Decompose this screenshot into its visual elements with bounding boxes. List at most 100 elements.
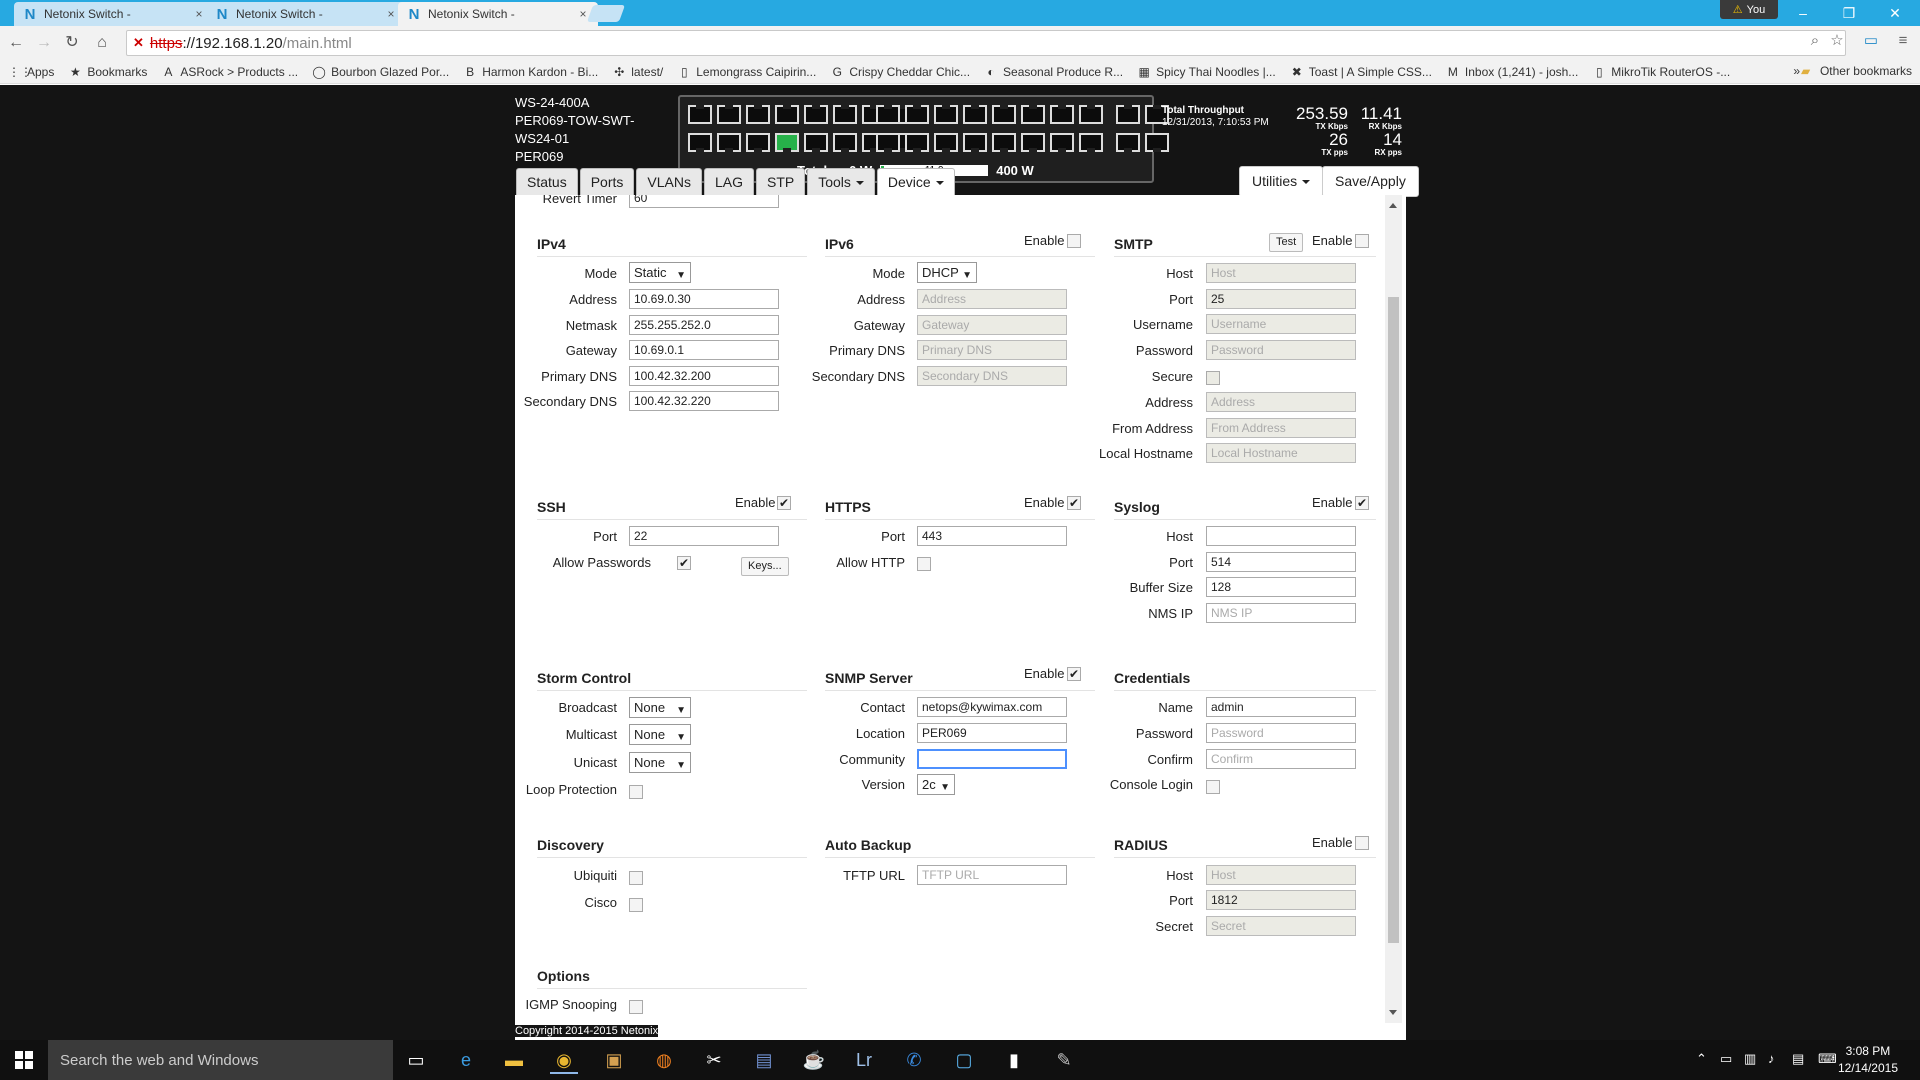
radius-port-input[interactable] <box>1206 890 1356 910</box>
ssh-allow-passwords-checkbox[interactable]: ✔ <box>677 556 691 570</box>
storm-unicast-select[interactable]: None ▼ <box>629 752 691 773</box>
credentials-name-input[interactable] <box>1206 697 1356 717</box>
home-icon[interactable]: ⌂ <box>92 33 112 53</box>
switch-port[interactable] <box>1050 133 1074 152</box>
taskbar-clock[interactable]: 3:08 PM 12/14/2015 <box>1838 1043 1898 1077</box>
switch-port[interactable] <box>1116 133 1140 152</box>
network-app-icon[interactable]: ▤ <box>750 1046 778 1074</box>
tab-tools[interactable]: Tools <box>807 168 875 196</box>
igmp-snooping-checkbox[interactable] <box>629 1000 643 1014</box>
storm-broadcast-select[interactable]: None ▼ <box>629 697 691 718</box>
switch-port[interactable] <box>905 133 929 152</box>
java-icon[interactable]: ☕ <box>800 1046 828 1074</box>
switch-port[interactable] <box>717 105 741 124</box>
network-icon[interactable]: ▥ <box>1744 1051 1756 1067</box>
ipv4-address-input[interactable] <box>629 289 779 309</box>
storm-multicast-select[interactable]: None ▼ <box>629 724 691 745</box>
switch-port[interactable] <box>775 105 799 124</box>
bookmark-item[interactable]: ★ Bookmarks <box>68 65 147 79</box>
switch-port[interactable] <box>746 105 770 124</box>
smtp-username-input[interactable] <box>1206 314 1356 334</box>
ipv6-secondary-dns-input[interactable] <box>917 366 1067 386</box>
firefox-icon[interactable]: ◍ <box>650 1046 678 1074</box>
cisco-checkbox[interactable] <box>629 898 643 912</box>
radius-secret-input[interactable] <box>1206 916 1356 936</box>
smtp-secure-checkbox[interactable] <box>1206 371 1220 385</box>
bookmark-item[interactable]: B Harmon Kardon - Bi... <box>463 65 598 79</box>
switch-port[interactable] <box>746 133 770 152</box>
switch-port[interactable] <box>1050 105 1074 124</box>
forward-arrow-icon[interactable]: → <box>34 33 54 53</box>
bookmark-item[interactable]: G Crispy Cheddar Chic... <box>830 65 970 79</box>
switch-port[interactable] <box>1145 133 1169 152</box>
snmp-enable-checkbox[interactable]: ✔ <box>1067 667 1081 681</box>
snmp-location-input[interactable] <box>917 723 1067 743</box>
tab-vlans[interactable]: VLANs <box>636 168 702 196</box>
notifications-icon[interactable]: ▤ <box>1792 1051 1804 1067</box>
lightroom-icon[interactable]: Lr <box>850 1046 878 1074</box>
switch-port[interactable] <box>833 133 857 152</box>
switch-port[interactable] <box>775 133 799 152</box>
ipv4-primary-dns-input[interactable] <box>629 366 779 386</box>
browser-tab-3-active[interactable]: N Netonix Switch - × <box>398 2 598 26</box>
keyboard-icon[interactable]: ⌨ <box>1818 1051 1837 1067</box>
address-bar[interactable]: ✕ https :// 192.168.1.20 /main.html <box>126 30 1846 56</box>
app-icon[interactable]: ▣ <box>600 1046 628 1074</box>
bookmark-item[interactable]: ▯ MikroTik RouterOS -... <box>1592 65 1730 79</box>
ipv4-netmask-input[interactable] <box>629 315 779 335</box>
bookmark-item[interactable]: ⋮⋮ Apps <box>8 65 54 79</box>
ipv4-mode-select[interactable]: Static ▼ <box>629 262 691 283</box>
back-arrow-icon[interactable]: ← <box>6 33 26 53</box>
bookmark-item[interactable]: A ASRock > Products ... <box>161 65 298 79</box>
bookmark-item[interactable]: ◯ Bourbon Glazed Por... <box>312 65 449 79</box>
ssh-keys-button[interactable]: Keys... <box>741 557 789 576</box>
scroll-down-arrow-icon[interactable] <box>1389 1010 1397 1015</box>
browser-tab-2[interactable]: N Netonix Switch - × <box>206 2 406 26</box>
snipping-tool-icon[interactable]: ✂ <box>700 1046 728 1074</box>
cast-icon[interactable]: ▭ <box>1862 32 1880 50</box>
bookmark-item[interactable]: ◐ Seasonal Produce R... <box>984 65 1123 79</box>
revert-timer-input[interactable] <box>629 195 779 208</box>
ssh-port-input[interactable] <box>629 526 779 546</box>
paint-icon[interactable]: ✎ <box>1050 1046 1078 1074</box>
console-login-checkbox[interactable] <box>1206 780 1220 794</box>
switch-port[interactable] <box>833 105 857 124</box>
new-tab-button[interactable] <box>586 5 626 22</box>
smtp-enable-checkbox[interactable] <box>1355 234 1369 248</box>
credentials-confirm-input[interactable] <box>1206 749 1356 769</box>
reload-icon[interactable]: ↻ <box>62 33 82 53</box>
bookmark-star-icon[interactable]: ☆ <box>1828 32 1846 50</box>
tab-ports[interactable]: Ports <box>579 168 635 196</box>
ssh-enable-checkbox[interactable]: ✔ <box>777 496 791 510</box>
scrollbar[interactable] <box>1385 195 1402 1023</box>
snmp-contact-input[interactable] <box>917 697 1067 717</box>
ipv6-mode-select[interactable]: DHCP ▼ <box>917 262 977 283</box>
radius-enable-checkbox[interactable] <box>1355 836 1369 850</box>
ipv6-gateway-input[interactable] <box>917 315 1067 335</box>
https-allow-http-checkbox[interactable] <box>917 557 931 571</box>
task-view-icon[interactable]: ▭ <box>402 1046 430 1074</box>
windows-start-button[interactable] <box>0 1040 48 1080</box>
scroll-up-arrow-icon[interactable] <box>1389 203 1397 208</box>
smtp-from-address-input[interactable] <box>1206 418 1356 438</box>
snmp-version-select[interactable]: 2c ▼ <box>917 774 955 795</box>
smtp-password-input[interactable] <box>1206 340 1356 360</box>
restore-icon[interactable]: ❐ <box>1826 0 1872 26</box>
tab-lag[interactable]: LAG <box>703 168 754 196</box>
switch-port[interactable] <box>876 133 900 152</box>
search-icon[interactable]: ⌕ <box>1806 32 1824 50</box>
ipv6-primary-dns-input[interactable] <box>917 340 1067 360</box>
ubiquiti-checkbox[interactable] <box>629 871 643 885</box>
switch-port[interactable] <box>963 133 987 152</box>
smtp-local-hostname-input[interactable] <box>1206 443 1356 463</box>
credentials-password-input[interactable] <box>1206 723 1356 743</box>
bookmark-item[interactable]: ▦ Spicy Thai Noodles |... <box>1137 65 1275 79</box>
smtp-address-input[interactable] <box>1206 392 1356 412</box>
loop-protection-checkbox[interactable] <box>629 785 643 799</box>
tab-device[interactable]: Device <box>876 168 955 196</box>
syslog-buffer-size-input[interactable] <box>1206 577 1356 597</box>
bookmark-item[interactable]: M Inbox (1,241) - josh... <box>1446 65 1578 79</box>
edge-browser-icon[interactable]: e <box>452 1046 480 1074</box>
show-hidden-icons-icon[interactable]: ⌃ <box>1696 1051 1707 1067</box>
profile-badge[interactable]: ⚠ You <box>1720 0 1778 19</box>
